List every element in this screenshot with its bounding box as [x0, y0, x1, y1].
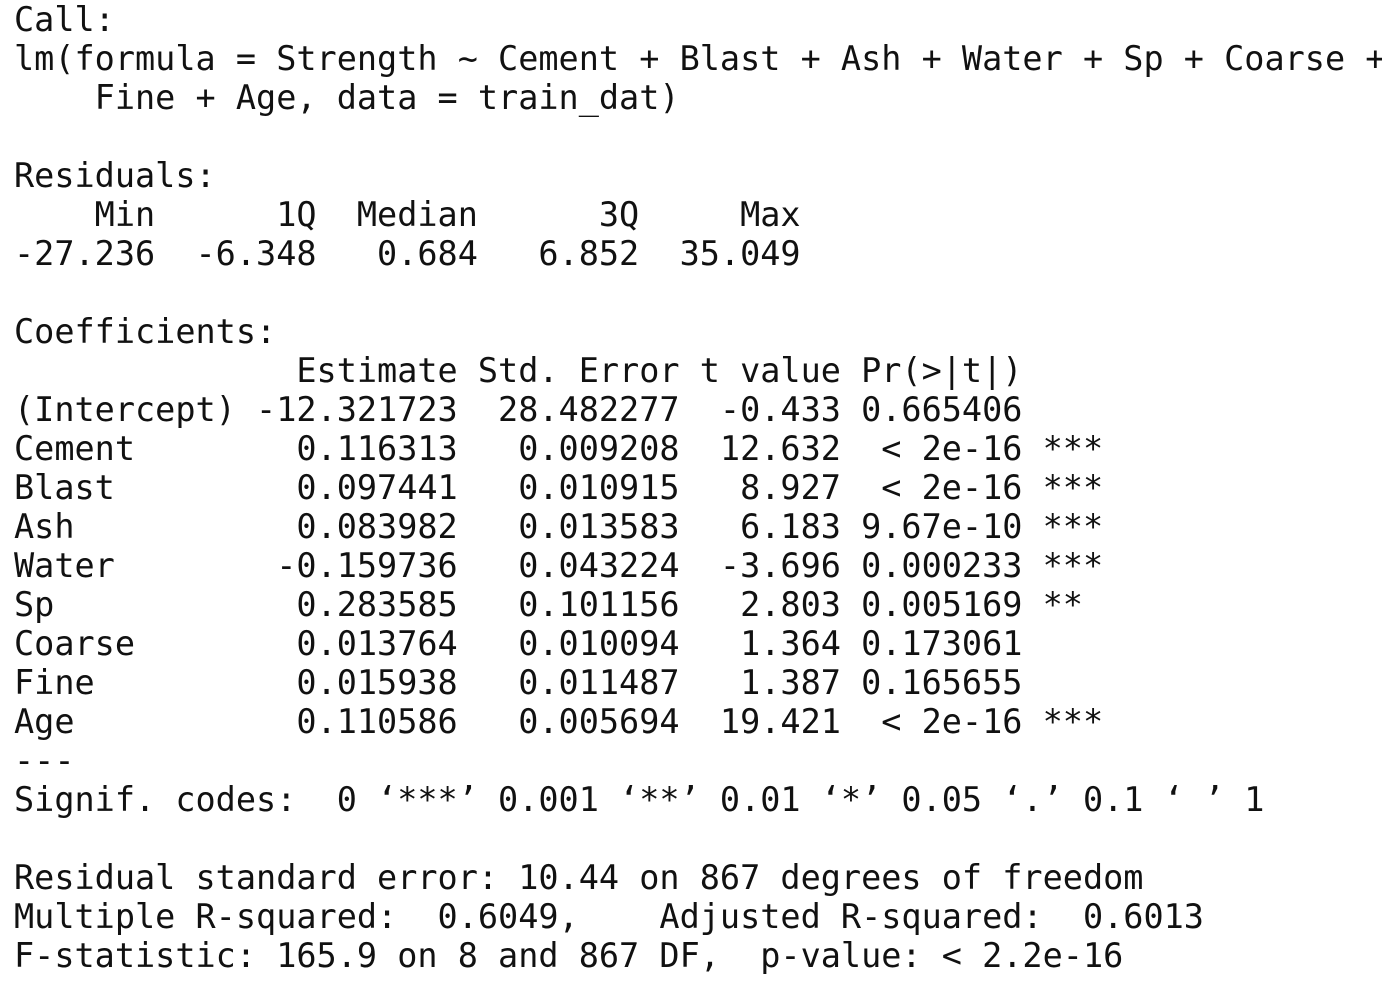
signif-codes: Signif. codes: 0 ‘***’ 0.001 ‘**’ 0.01 ‘…: [14, 780, 1265, 819]
coefficient-row-sp: Sp 0.283585 0.101156 2.803 0.005169 **: [14, 585, 1104, 624]
coefficient-row-water: Water -0.159736 0.043224 -3.696 0.000233…: [14, 546, 1104, 585]
residuals-header: Min 1Q Median 3Q Max: [14, 195, 821, 234]
coefficient-row-blast: Blast 0.097441 0.010915 8.927 < 2e-16 **…: [14, 468, 1104, 507]
coefficients-header: Estimate Std. Error t value Pr(>|t|): [14, 351, 1104, 390]
coefficient-row-intercept: (Intercept) -12.321723 28.482277 -0.433 …: [14, 390, 1104, 429]
residual-std-error: Residual standard error: 10.44 on 867 de…: [14, 858, 1144, 897]
residuals-values: -27.236 -6.348 0.684 6.852 35.049: [14, 234, 821, 273]
coefficient-row-cement: Cement 0.116313 0.009208 12.632 < 2e-16 …: [14, 429, 1104, 468]
call-formula-line-2: Fine + Age, data = train_dat): [14, 78, 680, 117]
residuals-label: Residuals:: [14, 156, 216, 195]
coefficient-row-coarse: Coarse 0.013764 0.010094 1.364 0.173061: [14, 624, 1104, 663]
f-statistic-line: F-statistic: 165.9 on 8 and 867 DF, p-va…: [14, 936, 1124, 975]
separator-line: ---: [14, 741, 75, 780]
coefficients-label: Coefficients:: [14, 312, 277, 351]
coefficient-row-age: Age 0.110586 0.005694 19.421 < 2e-16 ***: [14, 702, 1104, 741]
call-label: Call:: [14, 0, 115, 39]
call-formula-line-1: lm(formula = Strength ~ Cement + Blast +…: [14, 39, 1382, 78]
r-squared-line: Multiple R-squared: 0.6049, Adjusted R-s…: [14, 897, 1225, 936]
coefficient-row-ash: Ash 0.083982 0.013583 6.183 9.67e-10 ***: [14, 507, 1104, 546]
coefficient-row-fine: Fine 0.015938 0.011487 1.387 0.165655: [14, 663, 1104, 702]
r-console-output: Call: lm(formula = Strength ~ Cement + Bl…: [14, 0, 1382, 975]
